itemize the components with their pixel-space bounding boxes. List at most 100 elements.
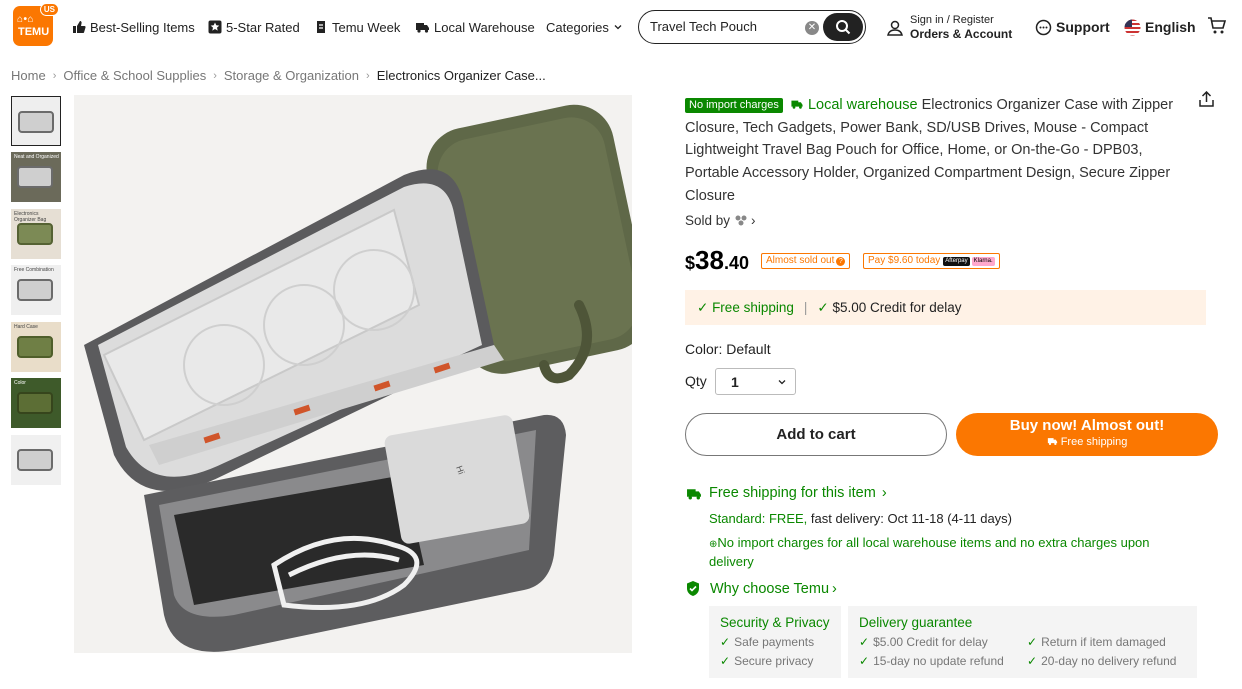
product-title-text: Electronics Organizer Case with Zipper C… xyxy=(685,97,1174,204)
clear-search-icon[interactable]: ✕ xyxy=(805,21,819,35)
question-icon[interactable]: ? xyxy=(836,256,846,266)
search-button[interactable] xyxy=(823,13,863,41)
credit-delay-item: ✓ $5.00 Credit for delay xyxy=(859,635,988,649)
buy-now-label: Buy now! Almost out! xyxy=(1009,417,1165,434)
truck-icon xyxy=(791,100,803,109)
nav-categories-label: Categories xyxy=(546,19,609,35)
chevron-right-icon: › xyxy=(366,69,370,82)
shield-icon xyxy=(687,581,699,596)
temu-logo[interactable]: ⌂•⌂ TEMU US xyxy=(13,3,59,46)
free-shipping-text: Free shipping xyxy=(712,300,794,315)
thumbnail-6[interactable]: Color xyxy=(11,378,61,428)
nav-best-selling[interactable]: Best-Selling Items xyxy=(72,18,195,36)
check-icon: ✓ xyxy=(817,299,833,315)
price: $ 38 .40 xyxy=(685,245,749,276)
add-to-cart-button[interactable]: Add to cart xyxy=(685,413,947,456)
account-menu[interactable]: Sign in / Register Orders & Account xyxy=(886,14,1012,41)
check-icon: ✓ xyxy=(697,299,713,315)
nav-5-star[interactable]: 5-Star Rated xyxy=(208,18,300,36)
no-delivery-refund-label: 20-day no delivery refund xyxy=(1041,654,1177,668)
thumbnail-caption: Free Combination xyxy=(14,267,54,273)
search-input[interactable]: Travel Tech Pouch xyxy=(650,19,757,34)
us-flag-icon xyxy=(1124,19,1141,35)
pay-today-tag[interactable]: Pay $9.60 today Afterpay Klarna. xyxy=(863,253,1000,269)
thumbnail-7[interactable] xyxy=(11,435,61,485)
nav-local-warehouse[interactable]: Local Warehouse xyxy=(415,18,535,36)
share-button[interactable] xyxy=(1198,90,1215,113)
no-delivery-refund-item: ✓ 20-day no delivery refund xyxy=(1027,654,1176,668)
search-bar[interactable]: Travel Tech Pouch ✕ xyxy=(638,10,866,44)
price-currency: $ xyxy=(685,253,696,273)
thumbnail-caption: Neat and Organized xyxy=(14,154,59,160)
thumbnail-1[interactable] xyxy=(11,96,61,146)
free-shipping-heading: Free shipping for this item xyxy=(709,485,876,501)
nav-categories[interactable]: Categories xyxy=(546,18,627,36)
check-icon: ✓ xyxy=(720,654,731,668)
standard-delivery: Standard: FREE, fast delivery: Oct 11-18… xyxy=(709,511,1012,526)
support-link[interactable]: Support xyxy=(1035,18,1110,36)
thumbnail-5[interactable]: Hard Case xyxy=(11,322,61,372)
breadcrumb: Home › Office & School Supplies › Storag… xyxy=(11,68,546,83)
qty-value: 1 xyxy=(731,374,739,390)
credit-delay-label: $5.00 Credit for delay xyxy=(873,635,988,649)
security-privacy-box: Security & Privacy ✓ Safe payments ✓ Secur… xyxy=(709,606,841,678)
breadcrumb-home[interactable]: Home xyxy=(11,68,46,83)
pay-today-label: Pay $9.60 today xyxy=(868,255,941,266)
no-update-refund-item: ✓ 15-day no update refund xyxy=(859,654,1004,668)
support-label: Support xyxy=(1056,19,1110,35)
no-import-note: ⊕No import charges for all local warehou… xyxy=(709,534,1189,570)
language-selector[interactable]: English xyxy=(1124,18,1196,36)
thumbnail-4[interactable]: Free Combination xyxy=(11,265,61,315)
buy-now-shipping: Free shipping xyxy=(1060,436,1128,448)
thumbnail-product xyxy=(17,336,53,358)
free-shipping-section[interactable]: Free shipping for this item › xyxy=(685,485,887,501)
almost-sold-out-tag: Almost sold out ? xyxy=(761,253,851,269)
share-icon xyxy=(1199,90,1214,107)
buy-now-button[interactable]: Buy now! Almost out! Free shipping xyxy=(956,413,1218,456)
why-choose-section[interactable]: Why choose Temu › xyxy=(685,580,837,597)
cart-button[interactable] xyxy=(1207,16,1231,34)
chevron-down-icon xyxy=(614,25,622,30)
qty-label: Qty xyxy=(685,373,707,389)
check-icon: ✓ xyxy=(1027,654,1038,668)
thumbnail-product xyxy=(17,449,53,471)
chevron-right-icon: › xyxy=(213,69,217,82)
standard-free: Standard: FREE, xyxy=(709,511,808,526)
thumbnail-caption: Color xyxy=(14,380,26,386)
why-choose-heading: Why choose Temu xyxy=(710,580,830,597)
product-title: No import charges Local warehouse Electr… xyxy=(685,94,1185,208)
thumbnail-product xyxy=(17,166,53,188)
afterpay-logo: Afterpay xyxy=(943,256,970,266)
tag-icon xyxy=(317,21,325,33)
cart-icon xyxy=(1208,17,1227,34)
no-import-note-text: No import charges for all local warehous… xyxy=(709,535,1150,569)
breadcrumb-office-supplies[interactable]: Office & School Supplies xyxy=(63,68,206,83)
thumbnail-3[interactable]: Electronics Organizer Bag xyxy=(11,209,61,259)
buy-now-sublabel: Free shipping xyxy=(956,435,1218,449)
local-warehouse-badge: Local warehouse xyxy=(807,97,918,113)
logo-text: TEMU xyxy=(18,26,50,38)
no-update-refund-label: 15-day no update refund xyxy=(873,654,1004,668)
delivery-dates: fast delivery: Oct 11-18 (4-11 days) xyxy=(810,511,1013,526)
nav-temu-week[interactable]: Temu Week xyxy=(314,18,400,36)
qty-select[interactable]: 1 xyxy=(715,368,796,395)
nav-5-star-label: 5-Star Rated xyxy=(226,19,300,35)
nav-best-selling-label: Best-Selling Items xyxy=(90,19,195,35)
thumbnail-caption: Electronics Organizer Bag xyxy=(14,211,47,223)
klarna-logo: Klarna. xyxy=(971,256,995,266)
shipping-banner: ✓ Free shipping | ✓ $5.00 Credit for del… xyxy=(685,290,1206,325)
logo-glyphs: ⌂•⌂ xyxy=(17,14,35,25)
search-icon xyxy=(836,20,851,35)
sold-by[interactable]: Sold by › xyxy=(685,213,756,228)
breadcrumb-storage[interactable]: Storage & Organization xyxy=(224,68,359,83)
secure-privacy-item: ✓ Secure privacy xyxy=(720,654,813,668)
thumbnail-2[interactable]: Neat and Organized xyxy=(11,152,61,202)
chevron-right-icon: › xyxy=(832,580,837,597)
truck-icon xyxy=(1047,438,1057,445)
region-badge: US xyxy=(39,3,59,16)
price-integer: 38 xyxy=(695,245,724,275)
thumbnail-product xyxy=(17,223,53,245)
main-product-image[interactable]: Hi xyxy=(74,95,632,653)
chevron-right-icon: › xyxy=(751,213,756,228)
chevron-right-icon: › xyxy=(881,485,887,501)
